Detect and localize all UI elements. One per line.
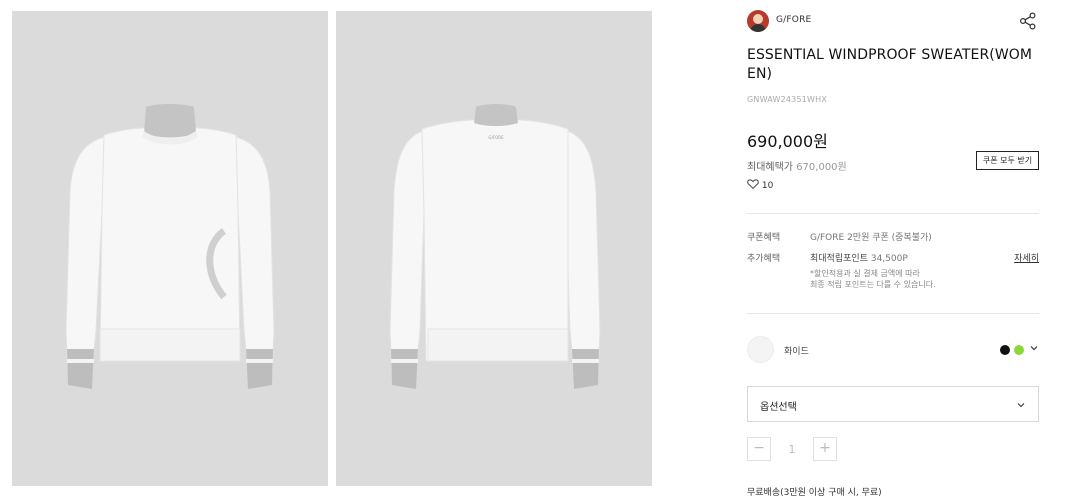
max-benefit-value: 670,000원 — [796, 162, 847, 173]
product-title: ESSENTIAL WINDPROOF SWEATER(WOMEN) — [747, 47, 1033, 82]
chevron-down-icon — [1017, 403, 1025, 408]
like-button[interactable]: 10 — [747, 179, 773, 193]
option-select[interactable]: 옵션선택 — [747, 386, 1039, 422]
share-icon[interactable] — [1019, 12, 1037, 30]
color-swatch-selected[interactable] — [747, 336, 774, 363]
selected-color-name: 화이드 — [784, 347, 809, 357]
chevron-down-icon[interactable] — [1029, 343, 1039, 353]
chest-logo: G/FORE — [488, 135, 504, 140]
max-points-value: 34,500P — [870, 254, 908, 264]
brand-row: G/FORE — [747, 10, 1039, 34]
coupon-benefit-value: G/FORE 2만원 쿠폰 (중복불가) — [810, 233, 932, 243]
max-points-label: 최대적립포인트 — [810, 254, 868, 264]
max-benefit-price: 최대혜택가 670,000원 — [747, 158, 847, 173]
points-note: *할인적용과 실 결제 금액에 따라 최종 적립 포인트는 다를 수 있습니다. — [810, 268, 936, 290]
like-count: 10 — [761, 181, 774, 191]
extra-benefit-label: 추가혜택 — [747, 254, 781, 264]
option-select-label: 옵션선택 — [760, 402, 797, 413]
shipping-info: 무료배송(3만원 이상 구매 시, 무료) — [747, 488, 882, 498]
quantity-input[interactable] — [777, 438, 807, 460]
max-benefit-label: 최대혜택가 — [747, 162, 793, 173]
points-note-line-2: 최종 적립 포인트는 다를 수 있습니다. — [810, 280, 936, 289]
product-price: 690,000원 — [747, 132, 828, 151]
brand-avatar[interactable] — [747, 10, 769, 32]
coupon-benefit-label: 쿠폰혜택 — [747, 233, 781, 243]
brand-name[interactable]: G/FORE — [776, 15, 811, 25]
sweater-front-illustration — [65, 104, 275, 390]
color-option-black[interactable] — [1000, 345, 1010, 355]
product-code: GNWAW24351WHX — [747, 95, 828, 104]
points-note-line-1: *할인적용과 실 결제 금액에 따라 — [810, 269, 920, 278]
color-option-lime[interactable] — [1014, 345, 1024, 355]
product-image-back[interactable]: G/FORE — [336, 11, 652, 486]
sweater-back-illustration: G/FORE — [389, 104, 601, 390]
plus-icon: + — [819, 440, 831, 456]
download-all-coupons-button[interactable]: 쿠폰 모두 받기 — [976, 151, 1039, 170]
product-info-panel: G/FORE ESSENTIAL WINDPROOF SWEATER(WOMEN… — [747, 0, 1039, 499]
extra-benefit-value: 최대적립포인트 34,500P — [810, 251, 908, 264]
benefit-detail-link[interactable]: 자세히 — [1014, 251, 1039, 264]
divider — [747, 213, 1039, 214]
minus-icon: − — [753, 440, 765, 456]
quantity-increase-button[interactable]: + — [813, 437, 837, 461]
product-image-front[interactable] — [12, 11, 328, 486]
quantity-decrease-button[interactable]: − — [747, 437, 771, 461]
heart-icon — [747, 179, 759, 189]
divider — [747, 313, 1039, 314]
